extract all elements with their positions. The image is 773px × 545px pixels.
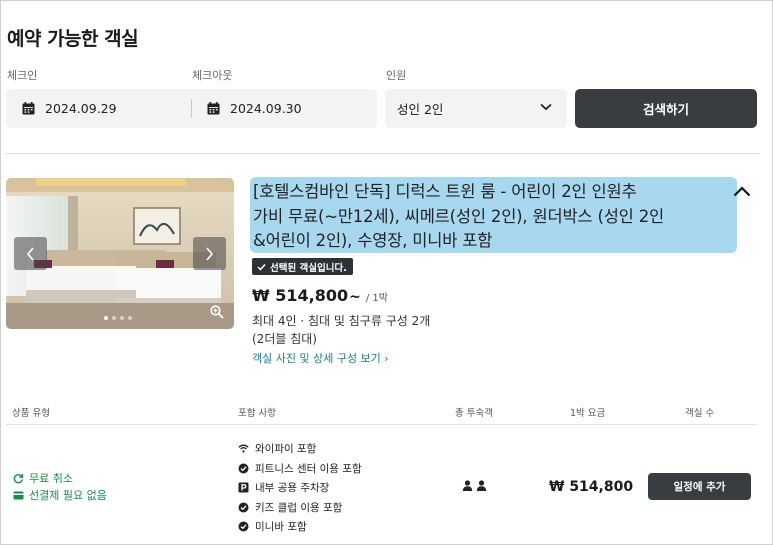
inclusion-text: 내부 공용 주차장 (255, 482, 330, 495)
col-header-inclusions: 포함 사항 (238, 408, 276, 419)
checkin-field[interactable]: 2024.09.29 (22, 89, 117, 128)
inclusion-item: 미니바 포함 (238, 517, 362, 537)
room-price-amount: ₩ 514,800 (252, 286, 349, 305)
inclusion-item: 내부 공용 주차장 (238, 478, 362, 498)
inclusion-item: 키즈 클럽 이용 포함 (238, 498, 362, 518)
inclusion-text: 키즈 클럽 이용 포함 (255, 501, 343, 514)
col-header-total-guests: 총 투숙객 (455, 408, 493, 419)
total-guests (462, 480, 487, 491)
zoom-icon[interactable] (210, 305, 224, 319)
room-price-tilde: ~ (349, 289, 361, 305)
date-range-field[interactable]: 2024.09.29 2024.09.30 (6, 89, 377, 128)
col-header-product-type: 상품 유형 (12, 408, 50, 419)
product-type-cell: 무료 취소 선결제 필요 없음 (13, 470, 107, 504)
chevron-up-icon[interactable] (733, 186, 751, 197)
person-icon (462, 480, 473, 491)
photo-dot[interactable] (112, 316, 116, 320)
no-prepayment-text: 선결제 필요 없음 (29, 489, 107, 502)
room-photo-carousel[interactable] (6, 178, 234, 329)
photo-dot[interactable] (128, 316, 132, 320)
room-bed-info: (2더블 침대) (252, 332, 317, 346)
room-price-unit: / 1박 (365, 293, 388, 304)
checkin-label: 체크인 (7, 69, 38, 82)
calendar-icon (207, 102, 220, 115)
inclusion-item: 피트니스 센터 이용 포함 (238, 459, 362, 479)
room-name: [호텔스컴바인 단독] 디럭스 트윈 룸 - 어린이 2인 인원추 가비 무료(… (250, 177, 737, 253)
inclusions-list: 와이파이 포함 피트니스 센터 이용 포함 내부 공용 주차장 키즈 클럽 이용… (238, 439, 362, 537)
room-name-line: 가비 무료(~만12세), 씨메르(성인 2인), 원더박스 (성인 2인 (253, 206, 664, 226)
add-to-itinerary-button[interactable]: 일정에 추가 (648, 473, 751, 500)
room-capacity: 최대 4인 · 침대 및 침구류 구성 2개 (252, 314, 431, 328)
checkout-label: 체크아웃 (192, 69, 233, 82)
photo-dot[interactable] (104, 316, 108, 320)
chevron-left-icon (26, 246, 34, 261)
chevron-down-icon (540, 103, 552, 111)
wifi-icon (238, 444, 249, 453)
date-divider (191, 99, 192, 118)
parking-icon (238, 482, 249, 493)
check-circle-icon (238, 463, 249, 474)
inclusion-text: 피트니스 센터 이용 포함 (255, 462, 362, 475)
checkout-field[interactable]: 2024.09.30 (207, 89, 302, 128)
page-title: 예약 가능한 객실 (7, 28, 139, 50)
chevron-right-icon (206, 246, 214, 261)
check-circle-icon (238, 521, 249, 532)
guests-value: 성인 2인 (397, 102, 444, 117)
free-cancel-text: 무료 취소 (29, 472, 73, 485)
checkout-value: 2024.09.30 (230, 101, 302, 116)
inclusion-text: 와이파이 포함 (255, 443, 317, 456)
next-photo-button[interactable] (193, 237, 226, 270)
check-icon (257, 263, 266, 271)
inclusion-text: 미니바 포함 (255, 521, 307, 534)
inclusion-item: 와이파이 포함 (238, 439, 362, 459)
refresh-icon (13, 474, 24, 484)
person-icon (476, 480, 487, 491)
no-prepayment: 선결제 필요 없음 (13, 487, 107, 504)
room-name-line: &어린이 2인), 수영장, 미니바 포함 (253, 231, 493, 250)
calendar-icon (22, 102, 35, 115)
search-button[interactable]: 검색하기 (575, 89, 757, 128)
prev-photo-button[interactable] (14, 237, 47, 270)
room-price: ₩ 514,800 ~ / 1박 (252, 286, 388, 305)
photo-dot[interactable] (120, 316, 124, 320)
col-header-nightly-rate: 1박 요금 (570, 408, 606, 419)
col-header-room-count: 객실 수 (685, 408, 715, 419)
room-name-line: [호텔스컴바인 단독] 디럭스 트윈 룸 - 어린이 2인 인원추 (253, 182, 637, 201)
guests-select[interactable]: 성인 2인 (385, 89, 567, 128)
photo-pagination (104, 316, 132, 320)
section-divider (6, 153, 759, 154)
free-cancel: 무료 취소 (13, 470, 107, 487)
check-circle-icon (238, 502, 249, 513)
room-detail-link[interactable]: 객실 사진 및 상세 구성 보기 › (252, 350, 389, 366)
nightly-rate: ₩ 514,800 (549, 479, 634, 495)
card-icon (13, 491, 24, 500)
selected-room-badge: 선택된 객실입니다. (252, 258, 353, 275)
guests-label: 인원 (386, 69, 407, 82)
table-header-divider (6, 424, 757, 425)
checkin-value: 2024.09.29 (45, 101, 117, 116)
selected-room-badge-text: 선택된 객실입니다. (270, 262, 347, 274)
